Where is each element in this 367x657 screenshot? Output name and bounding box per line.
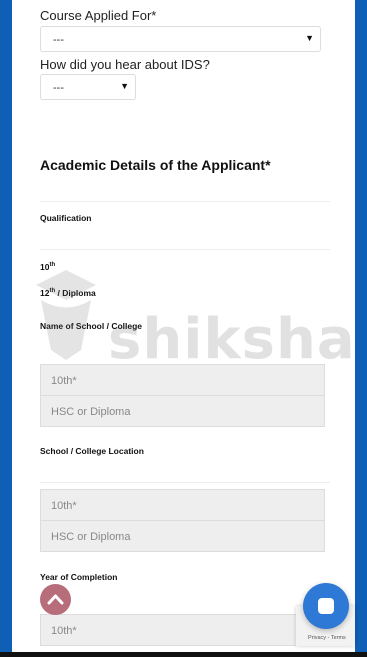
recaptcha-links[interactable]: Privacy - Terms <box>308 635 346 641</box>
right-frame-border <box>355 0 367 657</box>
school-hsc-input[interactable]: HSC or Diploma <box>40 395 325 427</box>
course-select-value: --- <box>53 34 64 46</box>
school-10th-input[interactable]: 10th* <box>40 364 325 396</box>
academic-section-title: Academic Details of the Applicant* <box>40 157 271 173</box>
qualification-label: Qualification <box>40 213 92 223</box>
chat-button[interactable] <box>303 583 349 629</box>
chat-bubble-icon <box>318 598 334 614</box>
location-label: School / College Location <box>40 446 144 456</box>
course-select[interactable]: --- ▼ <box>40 26 321 52</box>
location-10th-input[interactable]: 10th* <box>40 489 325 521</box>
form-content: Course Applied For* --- ▼ How did you he… <box>12 0 355 657</box>
school-label: Name of School / College <box>40 321 143 331</box>
course-label: Course Applied For* <box>40 8 157 23</box>
caret-down-icon: ▼ <box>120 81 129 91</box>
tenth-label: 10th <box>40 262 56 272</box>
bottom-bar <box>0 652 367 657</box>
scroll-up-button[interactable] <box>40 584 71 615</box>
twelfth-label: 12th / Diploma <box>40 288 96 298</box>
left-frame-border <box>0 0 12 657</box>
caret-down-icon: ▼ <box>305 33 314 43</box>
year-10th-input[interactable]: 10th* <box>40 614 325 646</box>
hear-select-value: --- <box>53 82 64 94</box>
divider <box>40 482 330 483</box>
hear-label: How did you hear about IDS? <box>40 57 210 72</box>
divider <box>40 249 330 250</box>
location-hsc-input[interactable]: HSC or Diploma <box>40 520 325 552</box>
divider <box>40 201 330 202</box>
year-label: Year of Completion <box>40 572 118 582</box>
hear-select[interactable]: --- ▼ <box>40 74 136 100</box>
chevron-up-icon <box>47 594 64 605</box>
